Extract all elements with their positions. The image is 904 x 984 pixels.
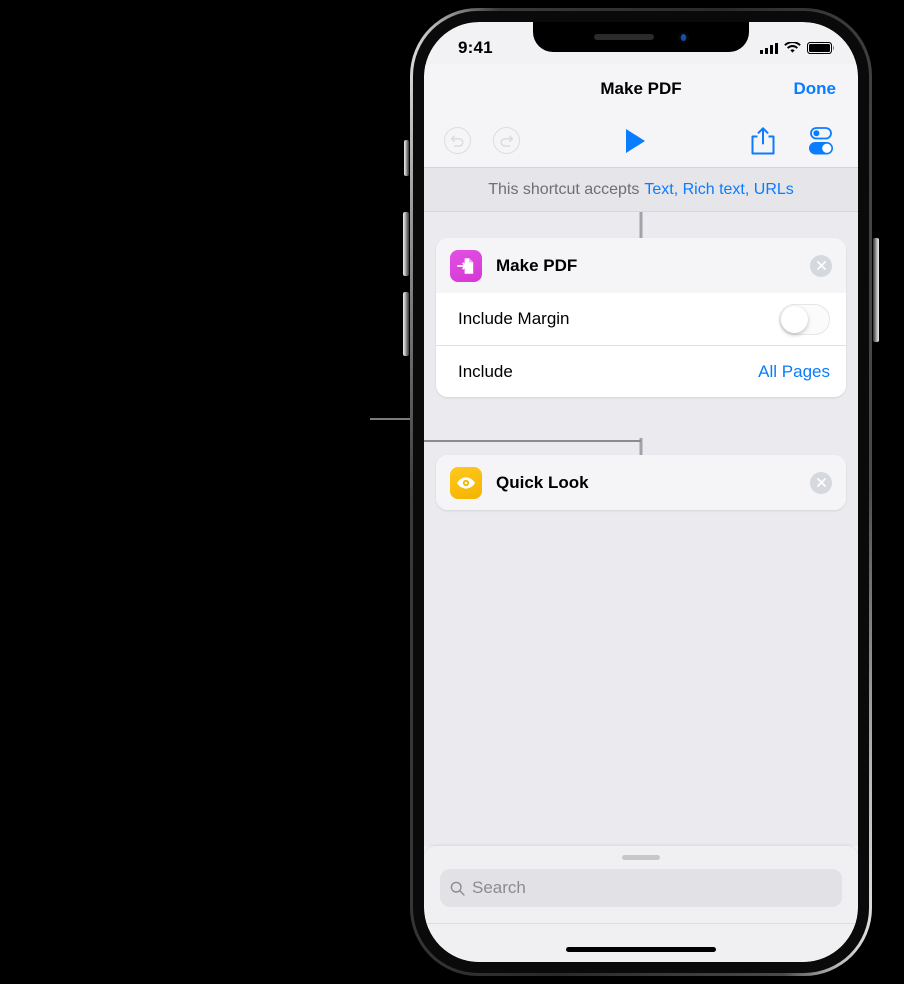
panel-divider — [424, 923, 858, 924]
device-inner-bezel: 9:41 Make PDF Done This shortcut accepts… — [413, 11, 869, 973]
action-header[interactable]: Make PDF — [436, 238, 846, 293]
battery-icon — [807, 42, 835, 54]
action-header[interactable]: Quick Look — [436, 455, 846, 510]
done-button[interactable]: Done — [794, 79, 837, 99]
search-field[interactable]: Search — [440, 869, 842, 907]
param-label: Include Margin — [458, 309, 570, 328]
side-power-button[interactable] — [873, 238, 879, 342]
screenshot-root: 9:41 Make PDF Done This shortcut accepts… — [0, 0, 904, 984]
switch-knob — [781, 305, 808, 333]
actions-list: Make PDF Include Margin Include All Page… — [424, 212, 858, 846]
volume-down-button[interactable] — [403, 292, 409, 356]
accepts-prefix-label: This shortcut accepts — [488, 180, 640, 198]
play-icon[interactable] — [625, 128, 645, 153]
param-include-margin[interactable]: Include Margin — [436, 293, 846, 345]
connector-line-top — [639, 212, 643, 238]
include-margin-switch[interactable] — [779, 303, 830, 335]
redo-button[interactable] — [493, 127, 520, 154]
undo-icon — [450, 135, 464, 147]
iphone-device-frame: 9:41 Make PDF Done This shortcut accepts… — [410, 8, 872, 976]
param-label: Include — [458, 361, 513, 381]
search-icon — [450, 881, 465, 896]
remove-action-button[interactable] — [810, 471, 832, 494]
remove-action-button[interactable] — [810, 254, 832, 277]
page-title: Make PDF — [600, 79, 682, 98]
panel-grabber-handle[interactable] — [622, 855, 660, 860]
status-bar-indicators — [760, 42, 835, 54]
home-indicator[interactable] — [566, 947, 716, 952]
front-camera-icon — [677, 31, 689, 43]
accepts-types-link[interactable]: Text, Rich text, URLs — [644, 181, 793, 199]
callout-horizontal-line — [424, 440, 641, 442]
toolbar-center-group — [520, 128, 750, 153]
param-include[interactable]: Include All Pages — [436, 345, 846, 397]
action-title: Make PDF — [496, 255, 578, 275]
device-notch — [533, 22, 749, 52]
editor-toolbar — [424, 114, 858, 167]
redo-icon — [500, 135, 514, 147]
volume-up-button[interactable] — [403, 212, 409, 276]
quick-look-icon — [450, 466, 482, 499]
device-screen: 9:41 Make PDF Done This shortcut accepts… — [424, 22, 858, 962]
status-bar-time: 9:41 — [458, 38, 493, 57]
signal-bars-icon — [760, 42, 778, 54]
action-card-quick-look[interactable]: Quick Look — [436, 455, 846, 510]
navigation-bar: Make PDF Done — [424, 64, 858, 114]
earpiece-speaker-icon — [593, 34, 654, 40]
action-card-make-pdf[interactable]: Make PDF Include Margin Include All Page… — [436, 238, 846, 397]
toggles-icon[interactable] — [806, 126, 836, 155]
close-icon — [816, 478, 826, 487]
undo-button[interactable] — [444, 127, 471, 154]
close-icon — [816, 261, 826, 270]
share-icon[interactable] — [750, 126, 776, 156]
make-pdf-icon — [450, 249, 482, 282]
toolbar-left-group — [444, 127, 520, 154]
shortcut-input-types-bar: This shortcut accepts Text, Rich text, U… — [424, 167, 858, 212]
action-title: Quick Look — [496, 472, 589, 492]
device-screen-bezel: 9:41 Make PDF Done This shortcut accepts… — [424, 22, 858, 962]
toolbar-right-group — [750, 126, 836, 156]
silence-switch-button[interactable] — [404, 140, 409, 176]
include-value[interactable]: All Pages — [758, 362, 830, 382]
wifi-icon — [784, 42, 801, 53]
search-placeholder: Search — [472, 878, 526, 897]
action-library-panel: Search — [424, 846, 858, 962]
